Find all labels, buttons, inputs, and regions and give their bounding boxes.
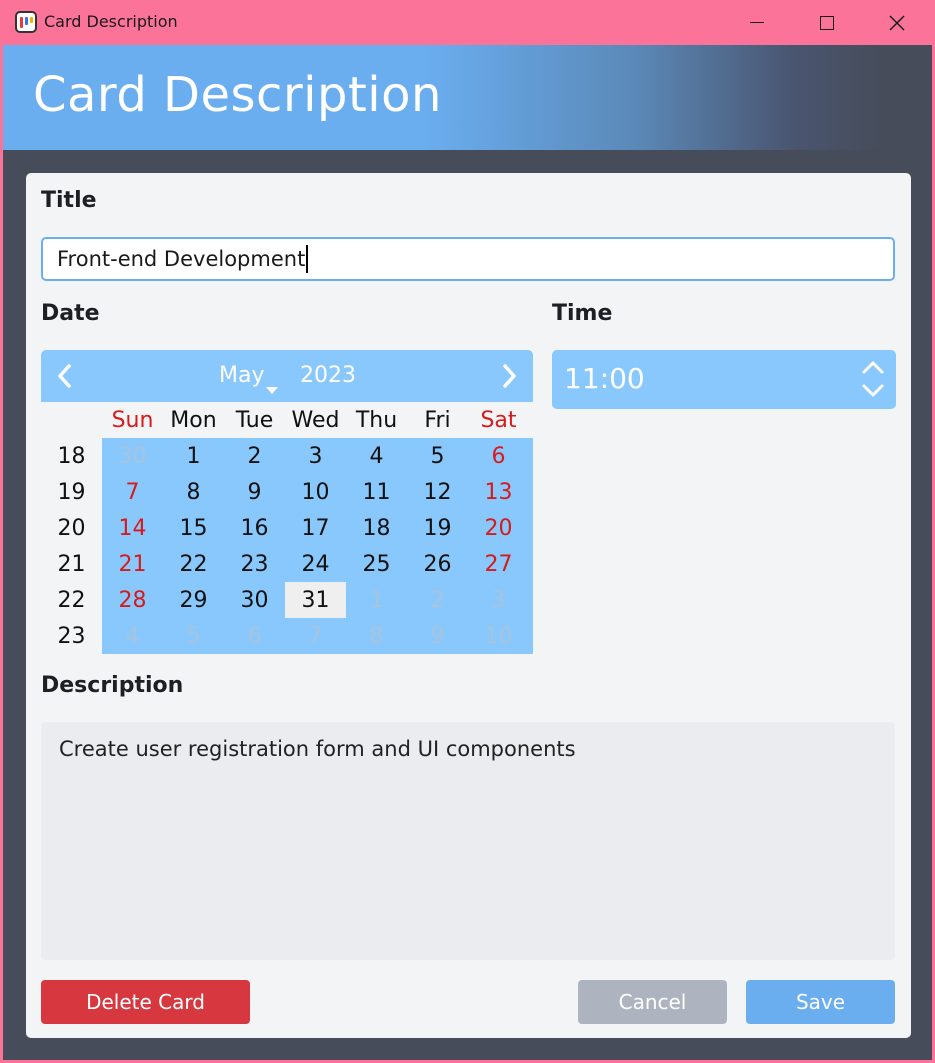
maximize-icon (820, 15, 834, 30)
calendar-day[interactable]: 5 (407, 438, 468, 474)
chevron-right-icon (503, 364, 516, 388)
title-label: Title (41, 188, 97, 213)
save-button[interactable]: Save (746, 980, 895, 1024)
calendar-week-number: 21 (57, 551, 86, 577)
calendar-day[interactable]: 18 (346, 510, 407, 546)
calendar-day[interactable]: 16 (224, 510, 285, 546)
calendar-month-select[interactable]: May (219, 363, 264, 388)
calendar-day[interactable]: 26 (407, 546, 468, 582)
calendar-day[interactable]: 13 (468, 474, 529, 510)
title-input[interactable]: Front-end Development (41, 237, 895, 281)
calendar-day[interactable]: 20 (468, 510, 529, 546)
close-icon (889, 14, 905, 31)
calendar-dow-sun: Sun (111, 407, 154, 433)
calendar-day[interactable]: 19 (407, 510, 468, 546)
calendar-day[interactable]: 1 (346, 582, 407, 618)
calendar-dow-mon: Mon (170, 407, 217, 433)
time-increment-button[interactable] (858, 356, 888, 378)
calendar-next-button[interactable] (491, 358, 527, 394)
calendar-week-number: 20 (57, 515, 86, 541)
calendar-grid: Sun Mon Tue Wed Thu Fri Sat 18 30 1 2 3 4 5 6 19 7 8 9 10 11… (41, 402, 533, 654)
page-title: Card Description (33, 67, 442, 123)
calendar-day[interactable]: 8 (346, 618, 407, 654)
calendar-day[interactable]: 7 (285, 618, 346, 654)
calendar-day[interactable]: 9 (407, 618, 468, 654)
text-caret (306, 245, 309, 273)
calendar-prev-button[interactable] (47, 358, 83, 394)
description-textarea[interactable]: Create user registration form and UI com… (41, 722, 895, 960)
calendar-dow-tue: Tue (235, 407, 274, 433)
minimize-button[interactable] (722, 0, 792, 45)
calendar-week-number: 23 (57, 623, 86, 649)
chevron-left-icon (58, 364, 71, 388)
calendar-day[interactable]: 12 (407, 474, 468, 510)
maximize-button[interactable] (792, 0, 862, 45)
window-titlebar[interactable]: Card Description (0, 0, 935, 45)
chevron-down-icon (862, 384, 884, 397)
calendar-day[interactable]: 17 (285, 510, 346, 546)
calendar-day[interactable]: 11 (346, 474, 407, 510)
card-form-panel: Title Front-end Development Date May 202… (26, 173, 911, 1038)
date-label: Date (41, 301, 100, 326)
calendar-day[interactable]: 10 (285, 474, 346, 510)
description-label: Description (41, 673, 184, 698)
header-band: Card Description (3, 45, 932, 150)
cancel-button[interactable]: Cancel (578, 980, 727, 1024)
calendar-week-number: 18 (57, 443, 86, 469)
time-label: Time (552, 301, 613, 326)
calendar-day[interactable]: 7 (102, 474, 163, 510)
calendar-day[interactable]: 4 (102, 618, 163, 654)
calendar-day[interactable]: 10 (468, 618, 529, 654)
calendar-dow-sat: Sat (480, 407, 517, 433)
calendar-day[interactable]: 23 (224, 546, 285, 582)
caret-down-icon[interactable] (266, 387, 278, 394)
calendar-day[interactable]: 6 (224, 618, 285, 654)
title-input-value: Front-end Development (57, 247, 306, 271)
calendar-day[interactable]: 3 (468, 582, 529, 618)
close-button[interactable] (862, 0, 932, 45)
calendar-header: May 2023 (41, 350, 533, 402)
delete-card-button[interactable]: Delete Card (41, 980, 250, 1024)
calendar-day[interactable]: 22 (163, 546, 224, 582)
calendar-day[interactable]: 6 (468, 438, 529, 474)
calendar-day[interactable]: 31 (285, 582, 346, 618)
calendar-day[interactable]: 5 (163, 618, 224, 654)
calendar-day[interactable]: 24 (285, 546, 346, 582)
calendar-day[interactable]: 2 (407, 582, 468, 618)
calendar-day[interactable]: 30 (102, 438, 163, 474)
calendar-day[interactable]: 14 (102, 510, 163, 546)
calendar-day[interactable]: 2 (224, 438, 285, 474)
time-decrement-button[interactable] (858, 380, 888, 402)
chevron-up-icon (862, 361, 884, 374)
calendar-week-number: 22 (57, 587, 86, 613)
minimize-icon (750, 21, 764, 24)
calendar-day[interactable]: 21 (102, 546, 163, 582)
calendar-day[interactable]: 29 (163, 582, 224, 618)
window-body: Card Description Title Front-end Develop… (3, 45, 932, 1060)
calendar-day[interactable]: 30 (224, 582, 285, 618)
calendar-day[interactable]: 27 (468, 546, 529, 582)
calendar-year[interactable]: 2023 (300, 363, 356, 388)
time-spinbox[interactable]: 11:00 (552, 350, 896, 409)
calendar-dow-thu: Thu (355, 407, 398, 433)
calendar-day[interactable]: 8 (163, 474, 224, 510)
calendar-day[interactable]: 28 (102, 582, 163, 618)
calendar-day[interactable]: 25 (346, 546, 407, 582)
calendar-day[interactable]: 1 (163, 438, 224, 474)
calendar-day[interactable]: 9 (224, 474, 285, 510)
time-value: 11:00 (564, 362, 645, 395)
calendar-day[interactable]: 4 (346, 438, 407, 474)
calendar-day[interactable]: 15 (163, 510, 224, 546)
calendar-dow-wed: Wed (291, 407, 340, 433)
app-icon (15, 11, 37, 33)
calendar-day[interactable]: 3 (285, 438, 346, 474)
calendar-week-number: 19 (57, 479, 86, 505)
calendar-dow-fri: Fri (424, 407, 451, 433)
window-title: Card Description (44, 12, 178, 31)
